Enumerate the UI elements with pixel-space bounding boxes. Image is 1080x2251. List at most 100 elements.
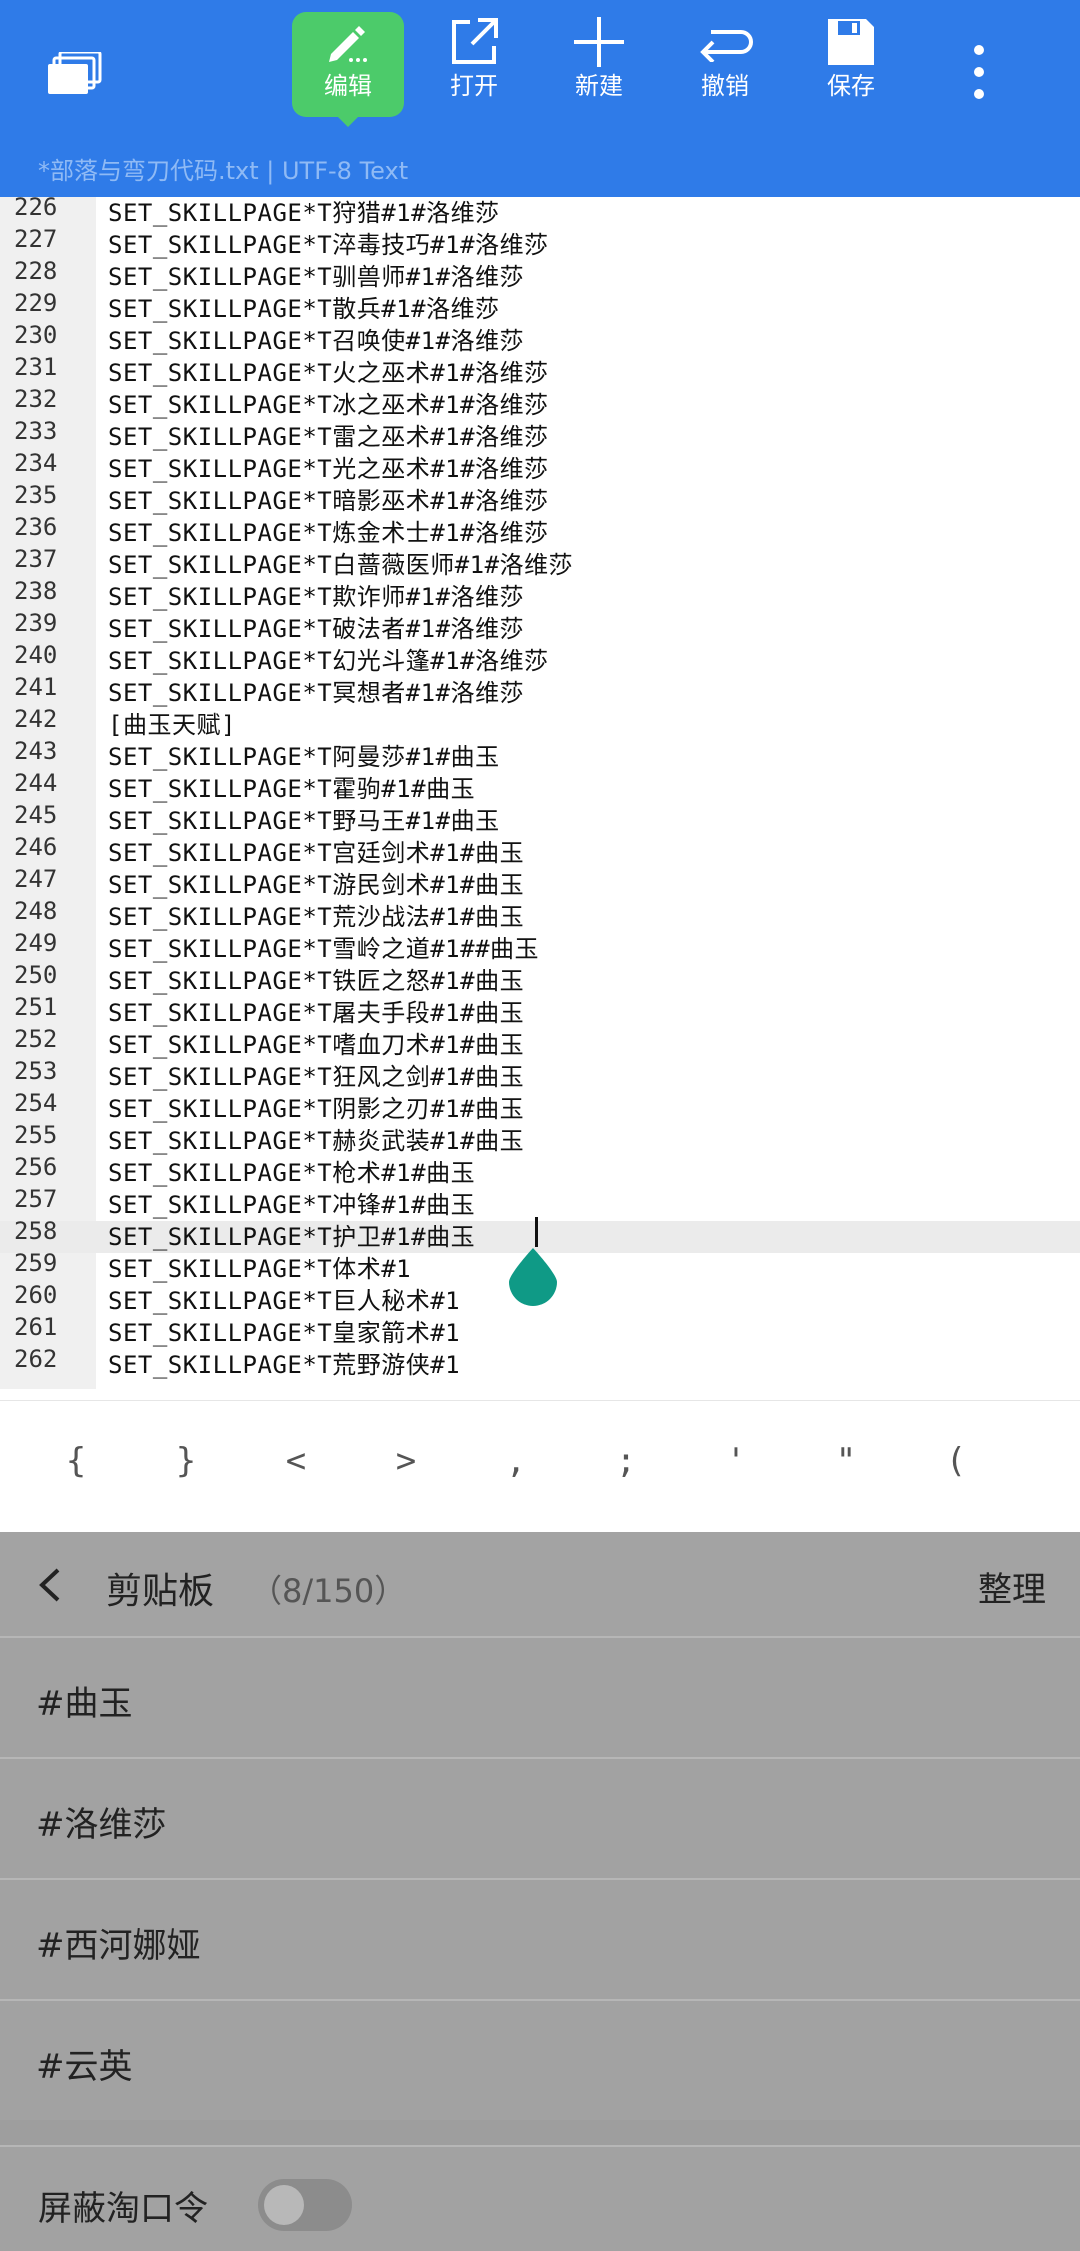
code-line[interactable]: 244 SET_SKILLPAGE*T霍驹#1#曲玉 [0,769,1080,805]
code-line[interactable]: 250 SET_SKILLPAGE*T铁匠之怒#1#曲玉 [0,961,1080,997]
symbol-key[interactable]: ( [926,1441,986,1481]
code-line[interactable]: 232 SET_SKILLPAGE*T冰之巫术#1#洛维莎 [0,385,1080,421]
line-number: 249 [14,929,58,957]
line-text: SET_SKILLPAGE*T荒野游侠#1 [108,1351,461,1379]
more-vertical-icon[interactable] [964,42,994,102]
line-number: 262 [14,1345,58,1373]
code-line[interactable]: 246 SET_SKILLPAGE*T宫廷剑术#1#曲玉 [0,833,1080,869]
clipboard-item[interactable]: #云英 [0,1999,1080,2120]
code-line[interactable]: 227 SET_SKILLPAGE*T淬毒技巧#1#洛维莎 [0,225,1080,261]
edit-button[interactable]: 编辑 [292,12,404,127]
code-line[interactable]: 238 SET_SKILLPAGE*T欺诈师#1#洛维莎 [0,577,1080,613]
code-line[interactable]: 237 SET_SKILLPAGE*T白蔷薇医师#1#洛维莎 [0,545,1080,581]
line-number: 255 [14,1121,58,1149]
line-number: 226 [14,197,58,221]
line-text: SET_SKILLPAGE*T赫炎武装#1#曲玉 [108,1127,525,1155]
symbol-key[interactable]: ' [706,1441,766,1481]
code-line[interactable]: 249 SET_SKILLPAGE*T雪岭之道#1##曲玉 [0,929,1080,965]
clipboard-title: 剪贴板 [106,1571,215,1612]
code-line[interactable]: 229 SET_SKILLPAGE*T散兵#1#洛维莎 [0,289,1080,325]
clipboard-panel: 剪贴板 （8/150） 整理 #曲玉 #洛维莎 #西河娜娅 #云英 屏蔽淘口令 [0,1532,1080,2251]
line-number: 250 [14,961,58,989]
undo-button[interactable]: 撤销 [669,12,781,117]
code-line[interactable]: 235 SET_SKILLPAGE*T暗影巫术#1#洛维莎 [0,481,1080,517]
line-number: 258 [14,1217,58,1245]
symbol-bar: { } < > , ; ' " ( [0,1400,1080,1533]
plus-icon [543,12,655,72]
symbol-key[interactable]: > [376,1441,436,1481]
code-line[interactable]: 243 SET_SKILLPAGE*T阿曼莎#1#曲玉 [0,737,1080,773]
line-text: SET_SKILLPAGE*T冥想者#1#洛维莎 [108,679,525,707]
code-line[interactable]: 252 SET_SKILLPAGE*T嗜血刀术#1#曲玉 [0,1025,1080,1061]
code-line[interactable]: 234 SET_SKILLPAGE*T光之巫术#1#洛维莎 [0,449,1080,485]
line-number: 236 [14,513,58,541]
code-line[interactable]: 257 SET_SKILLPAGE*T冲锋#1#曲玉 [0,1185,1080,1221]
clipboard-item[interactable]: #曲玉 [0,1636,1080,1757]
undo-icon [669,12,781,72]
code-line[interactable]: 231 SET_SKILLPAGE*T火之巫术#1#洛维莎 [0,353,1080,389]
code-line[interactable]: 239 SET_SKILLPAGE*T破法者#1#洛维莎 [0,609,1080,645]
code-line[interactable]: 253 SET_SKILLPAGE*T狂风之剑#1#曲玉 [0,1057,1080,1093]
code-line[interactable]: 254 SET_SKILLPAGE*T阴影之刃#1#曲玉 [0,1089,1080,1125]
line-text: SET_SKILLPAGE*T雷之巫术#1#洛维莎 [108,423,549,451]
code-editor[interactable]: 226 SET_SKILLPAGE*T狩猎#1#洛维莎 227 SET_SKILLPA… [0,197,1080,1389]
line-text: SET_SKILLPAGE*T屠夫手段#1#曲玉 [108,999,525,1027]
back-arrow-icon[interactable] [34,1568,68,1602]
clipboard-item-text: #曲玉 [36,1684,133,1724]
code-line[interactable]: 226 SET_SKILLPAGE*T狩猎#1#洛维莎 [0,197,1080,229]
new-label: 新建 [575,72,623,100]
clipboard-item[interactable]: #西河娜娅 [0,1878,1080,1999]
code-line[interactable]: 236 SET_SKILLPAGE*T炼金术士#1#洛维莎 [0,513,1080,549]
code-line[interactable]: 245 SET_SKILLPAGE*T野马王#1#曲玉 [0,801,1080,837]
line-number: 242 [14,705,58,733]
line-text: SET_SKILLPAGE*T炼金术士#1#洛维莎 [108,519,549,547]
new-button[interactable]: 新建 [543,12,655,117]
symbol-key[interactable]: { [46,1441,106,1481]
line-text: SET_SKILLPAGE*T幻光斗篷#1#洛维莎 [108,647,549,675]
line-text: SET_SKILLPAGE*T阿曼莎#1#曲玉 [108,743,500,771]
line-text: SET_SKILLPAGE*T暗影巫术#1#洛维莎 [108,487,549,515]
line-text: SET_SKILLPAGE*T召唤使#1#洛维莎 [108,327,525,355]
symbol-key[interactable]: ; [596,1441,656,1481]
code-line[interactable]: 228 SET_SKILLPAGE*T驯兽师#1#洛维莎 [0,257,1080,293]
toggle-knob [264,2185,304,2225]
save-button[interactable]: 保存 [795,12,907,117]
line-text: SET_SKILLPAGE*T霍驹#1#曲玉 [108,775,476,803]
line-number: 234 [14,449,58,477]
pencil-icon [292,12,404,72]
line-text: SET_SKILLPAGE*T火之巫术#1#洛维莎 [108,359,549,387]
code-line[interactable]: 241 SET_SKILLPAGE*T冥想者#1#洛维莎 [0,673,1080,709]
line-text: SET_SKILLPAGE*T狂风之剑#1#曲玉 [108,1063,525,1091]
line-text: SET_SKILLPAGE*T护卫#1#曲玉 [108,1223,476,1251]
tidy-button[interactable]: 整理 [978,1562,1046,1611]
clipboard-item[interactable]: #洛维莎 [0,1757,1080,1878]
line-number: 246 [14,833,58,861]
symbol-key[interactable]: , [486,1441,546,1481]
code-line[interactable]: 230 SET_SKILLPAGE*T召唤使#1#洛维莎 [0,321,1080,357]
code-line[interactable]: 256 SET_SKILLPAGE*T枪术#1#曲玉 [0,1153,1080,1189]
symbol-key[interactable]: " [816,1441,876,1481]
code-line[interactable]: 251 SET_SKILLPAGE*T屠夫手段#1#曲玉 [0,993,1080,1029]
line-number: 252 [14,1025,58,1053]
line-text: SET_SKILLPAGE*T嗜血刀术#1#曲玉 [108,1031,525,1059]
code-line[interactable]: 262 SET_SKILLPAGE*T荒野游侠#1 [0,1345,1080,1381]
code-line[interactable]: 233 SET_SKILLPAGE*T雷之巫术#1#洛维莎 [0,417,1080,453]
code-line[interactable]: 255 SET_SKILLPAGE*T赫炎武装#1#曲玉 [0,1121,1080,1157]
code-line[interactable]: 261 SET_SKILLPAGE*T皇家箭术#1 [0,1313,1080,1349]
open-button[interactable]: 打开 [418,12,530,117]
tabs-stack-icon[interactable] [48,50,102,96]
line-number: 240 [14,641,58,669]
symbol-key[interactable]: < [266,1441,326,1481]
symbol-key[interactable]: } [156,1441,216,1481]
code-line[interactable]: 242 [曲玉天赋] [0,705,1080,741]
line-text: SET_SKILLPAGE*T巨人秘术#1 [108,1287,461,1315]
edit-label: 编辑 [324,72,372,100]
code-line[interactable]: 247 SET_SKILLPAGE*T游民剑术#1#曲玉 [0,865,1080,901]
line-number: 254 [14,1089,58,1117]
block-taokouling-toggle[interactable] [258,2179,352,2231]
line-text: SET_SKILLPAGE*T皇家箭术#1 [108,1319,461,1347]
code-line[interactable]: 240 SET_SKILLPAGE*T幻光斗篷#1#洛维莎 [0,641,1080,677]
line-text: SET_SKILLPAGE*T破法者#1#洛维莎 [108,615,525,643]
code-line[interactable]: 248 SET_SKILLPAGE*T荒沙战法#1#曲玉 [0,897,1080,933]
cursor-handle[interactable] [507,1248,559,1306]
